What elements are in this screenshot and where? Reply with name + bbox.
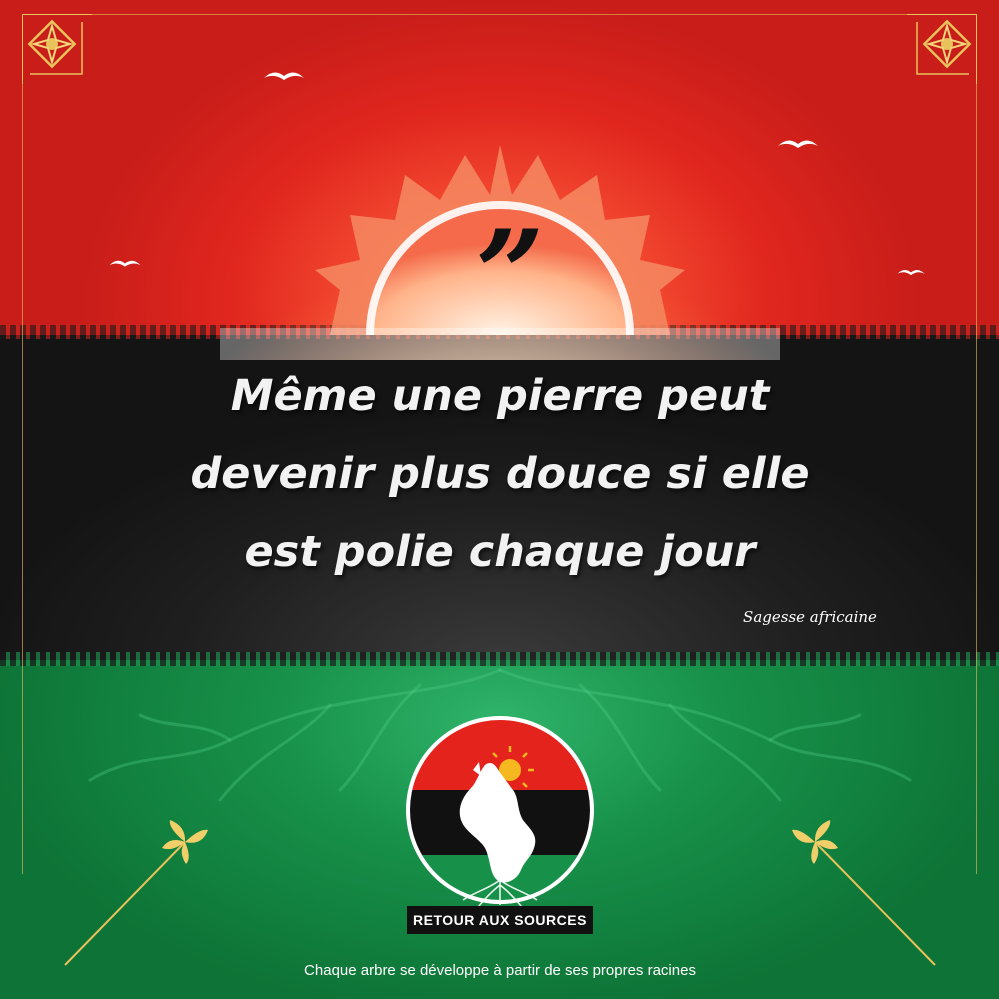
quote-mark: ” <box>475 204 545 345</box>
leaf-sprig-icon <box>792 820 936 966</box>
poster: ” Même une pierre peut devenir plus douc… <box>0 0 999 999</box>
quote-line: devenir plus douce si elle <box>190 449 810 499</box>
ornament-icon <box>27 19 77 69</box>
bird-icon <box>109 260 141 267</box>
logo <box>406 716 594 909</box>
leaf-sprig-icon <box>64 820 208 966</box>
quote-line: est polie chaque jour <box>244 527 756 577</box>
ornament-icon <box>922 19 972 69</box>
quote-line: Même une pierre peut <box>230 371 770 421</box>
tagline: Chaque arbre se développe à partir de se… <box>304 962 696 979</box>
quote-source: Sagesse africaine <box>743 608 877 626</box>
logo-label: RETOUR AUX SOURCES <box>407 906 593 934</box>
bird-icon <box>778 140 818 148</box>
bird-icon <box>897 269 925 276</box>
bird-icon <box>264 72 304 80</box>
quote-text: Même une pierre peut devenir plus douce … <box>70 357 930 591</box>
